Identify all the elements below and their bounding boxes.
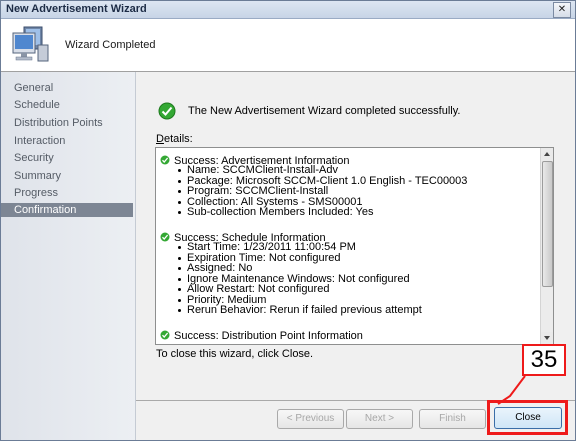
success-check-icon: [160, 330, 170, 340]
details-label: Details:: [156, 133, 193, 145]
success-message: The New Advertisement Wizard completed s…: [188, 105, 461, 117]
details-textbox[interactable]: Success: Advertisement Information Name:…: [155, 147, 554, 345]
details-scrollbar[interactable]: [540, 148, 553, 344]
scroll-up-button[interactable]: [541, 148, 553, 160]
close-instruction: To close this wizard, click Close.: [156, 348, 314, 360]
window-close-icon[interactable]: ✕: [553, 2, 571, 18]
header-title: Wizard Completed: [65, 39, 156, 51]
wizard-header: Wizard Completed: [1, 19, 575, 72]
wizard-step-list: General Schedule Distribution Points Int…: [1, 72, 136, 440]
details-item: Start Time: 1/23/2011 11:00:54 PM: [174, 242, 422, 253]
details-item: Assigned: No: [174, 263, 422, 274]
wizard-window: New Advertisement Wizard ✕ Wizard Comple…: [0, 0, 576, 441]
details-group-items: Start Time: 1/23/2011 11:00:54 PM Expira…: [174, 242, 422, 316]
details-group-items: Name: SCCMClient-Install-Adv Package: Mi…: [174, 165, 467, 218]
success-check-icon: [158, 102, 176, 120]
step-number-callout: 35: [522, 344, 566, 376]
scroll-down-button[interactable]: [541, 332, 553, 344]
scroll-down-arrow-icon: [544, 336, 550, 340]
window-title: New Advertisement Wizard: [6, 3, 147, 15]
details-item: Allow Restart: Not configured: [174, 284, 422, 295]
computer-monitor-icon: [12, 26, 49, 62]
details-label-accesskey: D: [156, 133, 164, 145]
step-progress[interactable]: Progress: [1, 186, 133, 200]
details-item: Program: SCCMClient-Install: [174, 186, 467, 197]
success-check-icon: [160, 155, 170, 165]
step-schedule[interactable]: Schedule: [1, 98, 133, 112]
scroll-up-arrow-icon: [544, 152, 550, 156]
step-confirmation[interactable]: Confirmation: [1, 203, 133, 217]
step-summary[interactable]: Summary: [1, 169, 133, 183]
previous-button[interactable]: < Previous: [277, 409, 344, 429]
details-item: Name: SCCMClient-Install-Adv: [174, 165, 467, 176]
close-button-highlight: [487, 400, 568, 435]
step-security[interactable]: Security: [1, 151, 133, 165]
step-distribution-points[interactable]: Distribution Points: [1, 116, 133, 130]
success-check-icon: [160, 232, 170, 242]
details-item: Sub-collection Members Included: Yes: [174, 207, 467, 218]
details-item: Rerun Behavior: Rerun if failed previous…: [174, 305, 422, 316]
details-group-title: Success: Distribution Point Information: [174, 330, 363, 342]
wizard-content: The New Advertisement Wizard completed s…: [136, 72, 575, 400]
next-button[interactable]: Next >: [346, 409, 413, 429]
step-general[interactable]: General: [1, 81, 133, 95]
title-bar[interactable]: New Advertisement Wizard ✕: [1, 1, 575, 19]
finish-button[interactable]: Finish: [419, 409, 486, 429]
step-interaction[interactable]: Interaction: [1, 134, 133, 148]
details-label-text: etails:: [163, 133, 193, 145]
scroll-thumb[interactable]: [542, 161, 553, 287]
details-content: Success: Advertisement Information Name:…: [156, 148, 540, 344]
